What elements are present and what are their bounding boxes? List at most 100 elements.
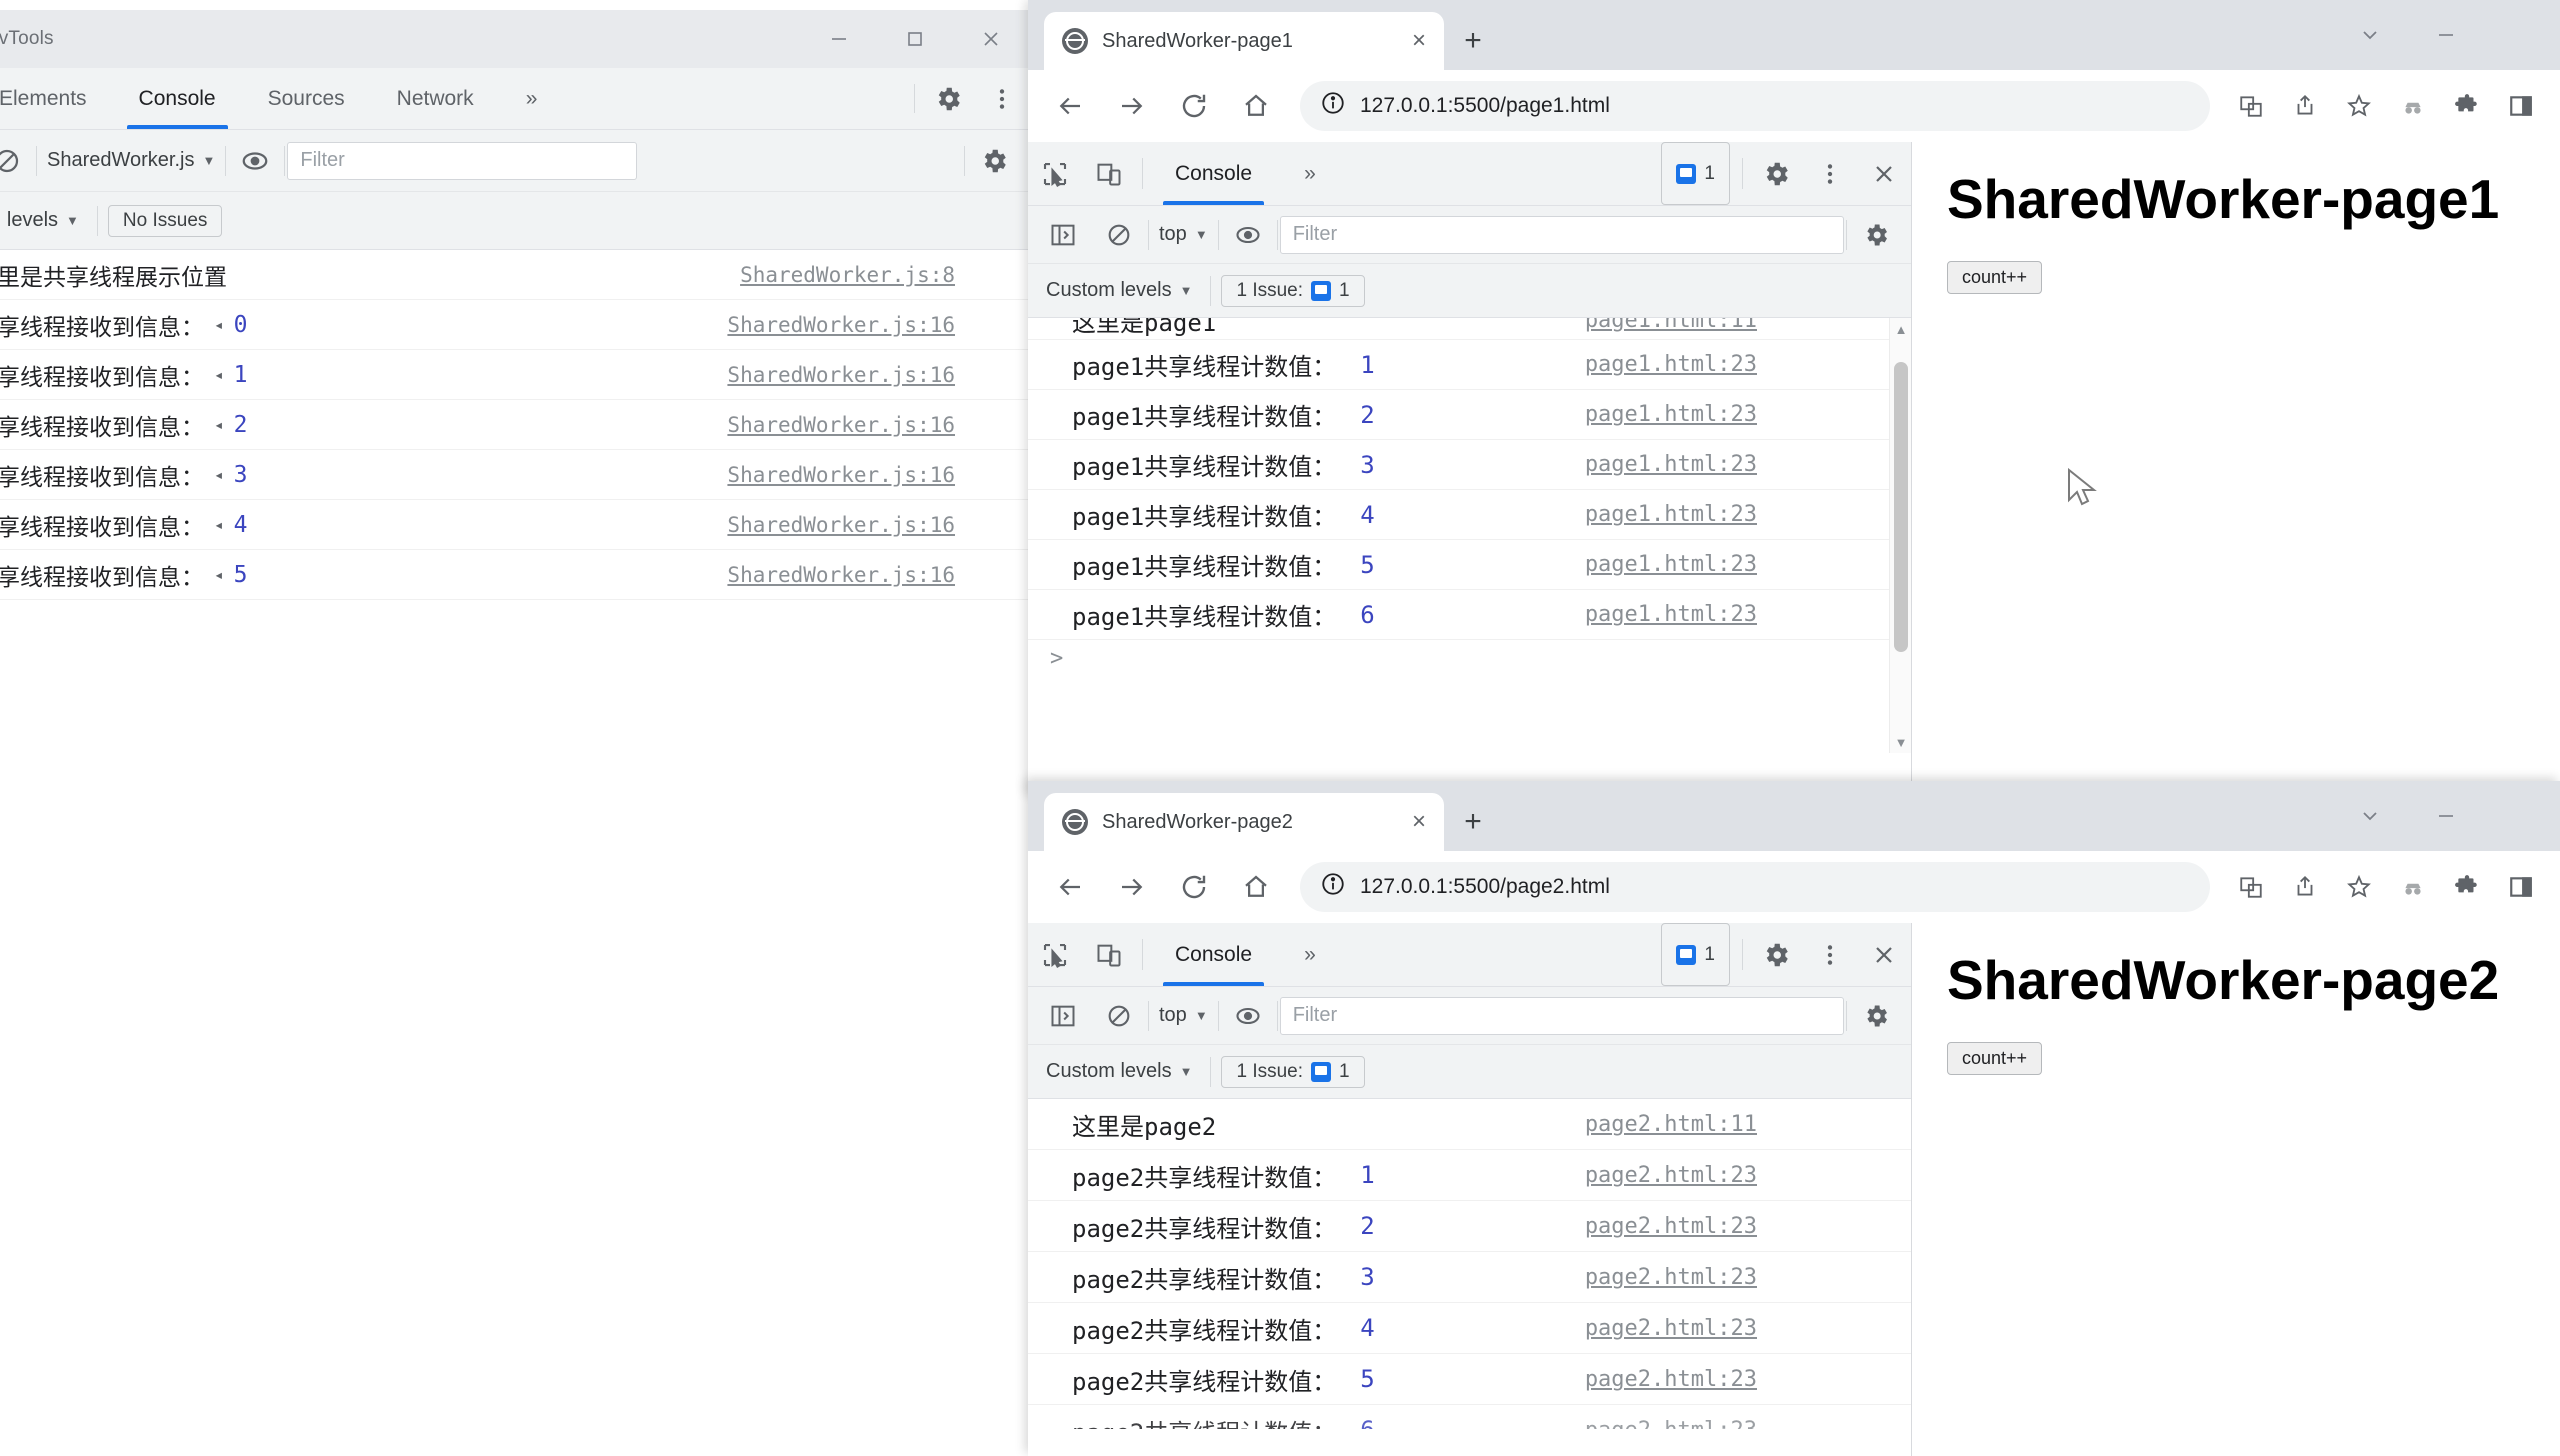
log-source-link[interactable]: page1.html:23 [1585,352,1897,377]
bookmark-star-icon[interactable] [2334,862,2384,912]
log-source-link[interactable]: page2.html:23 [1585,1367,1897,1392]
log-source-link[interactable]: SharedWorker.js:8 [740,263,1015,287]
expand-arrow-icon[interactable]: ◂ [214,415,224,434]
extensions-icon[interactable] [2442,81,2492,131]
console-settings-gear-icon[interactable] [1849,221,1903,249]
console-log-row[interactable]: page1共享线程计数值： 3 page1.html:23 [1028,440,1911,490]
console-log-row[interactable]: page1共享线程计数值： 4 page1.html:23 [1028,490,1911,540]
console-log-row[interactable]: 共享线程接收到信息： ◂ 3 SharedWorker.js:16 [0,450,1029,500]
gear-icon[interactable] [1749,923,1803,986]
log-levels-selector[interactable]: tom levels ▼ [0,209,87,232]
device-toolbar-icon[interactable] [1082,142,1136,205]
device-toolbar-icon[interactable] [1082,923,1136,986]
incognito-icon[interactable] [2388,862,2438,912]
log-source-link[interactable]: SharedWorker.js:16 [727,363,1015,387]
log-source-link[interactable]: SharedWorker.js:16 [727,313,1015,337]
maximize-button[interactable] [2484,0,2560,70]
expand-arrow-icon[interactable]: ◂ [214,515,224,534]
incognito-icon[interactable] [2388,81,2438,131]
sidebar-icon[interactable] [2496,862,2546,912]
log-source-link[interactable]: SharedWorker.js:16 [727,463,1015,487]
live-expression-icon[interactable] [228,146,282,176]
inspect-element-icon[interactable] [1028,142,1082,205]
scrollbar-thumb[interactable] [1894,362,1908,652]
devtools-tab-elements[interactable]: Elements [0,68,113,129]
reload-icon[interactable] [1166,859,1222,915]
log-source-link[interactable]: page1.html:11 [1585,318,1897,333]
scroll-up-arrow-icon[interactable]: ▲ [1890,318,1911,340]
expand-arrow-icon[interactable]: ◂ [214,315,224,334]
maximize-button[interactable] [877,10,953,68]
console-log-row[interactable]: 共享线程接收到信息： ◂ 5 SharedWorker.js:16 [0,550,1029,600]
browser-tab-page1[interactable]: SharedWorker-page1 × [1044,12,1444,70]
log-source-link[interactable]: page2.html:23 [1585,1163,1897,1188]
devtools-tab-console[interactable]: Console [1149,923,1278,986]
console-log-row[interactable]: page1共享线程计数值： 6 page1.html:23 [1028,590,1911,640]
issues-badge[interactable]: 1 [1661,142,1730,205]
address-bar[interactable]: 127.0.0.1:5500/page1.html [1300,81,2210,131]
console-log-row[interactable]: page2共享线程计数值： 5 page2.html:23 [1028,1354,1911,1405]
devtools-tab-more[interactable]: » [1278,923,1342,986]
log-source-link[interactable]: page1.html:23 [1585,502,1897,527]
back-button[interactable] [1042,78,1098,134]
issues-badge[interactable]: 1 [1661,923,1730,986]
console-log-row[interactable]: 共享线程接收到信息： ◂ 2 SharedWorker.js:16 [0,400,1029,450]
context-selector[interactable]: SharedWorker.js ▼ [39,149,223,172]
log-source-link[interactable]: page2.html:23 [1585,1265,1897,1290]
gear-icon[interactable] [1749,142,1803,205]
minimize-button[interactable] [801,10,877,68]
log-source-link[interactable]: page2.html:23 [1585,1418,1897,1430]
console-log-row[interactable]: page1共享线程计数值： 1 page1.html:23 [1028,340,1911,390]
chevron-down-icon[interactable] [2332,0,2408,70]
log-source-link[interactable]: page2.html:23 [1585,1214,1897,1239]
console-settings-gear-icon[interactable] [967,146,1021,176]
close-icon[interactable] [1857,923,1911,986]
expand-arrow-icon[interactable]: ◂ [214,365,224,384]
console-prompt[interactable]: > [1028,640,1911,677]
console-settings-gear-icon[interactable] [1849,1002,1903,1030]
console-scrollbar[interactable]: ▲ ▼ [1889,318,1911,753]
sidebar-toggle-icon[interactable] [1036,221,1090,249]
site-info-icon[interactable] [1320,871,1346,903]
close-tab-icon[interactable]: × [1412,29,1426,53]
log-levels-selector[interactable]: Custom levels ▼ [1038,1060,1200,1083]
console-log-row[interactable]: page1共享线程计数值： 5 page1.html:23 [1028,540,1911,590]
console-log-row[interactable]: 共享线程接收到信息： ◂ 4 SharedWorker.js:16 [0,500,1029,550]
context-selector[interactable]: top ▼ [1151,1004,1216,1027]
chevron-down-icon[interactable] [2332,781,2408,851]
kebab-menu-icon[interactable] [1803,923,1857,986]
inspect-element-icon[interactable] [1028,923,1082,986]
sidebar-toggle-icon[interactable] [1036,1002,1090,1030]
log-source-link[interactable]: page1.html:23 [1585,602,1897,627]
console-log-row[interactable]: 这里是page1 page1.html:11 [1028,318,1911,340]
console-log-row[interactable]: 这里是共享线程展示位置 SharedWorker.js:8 [0,250,1029,300]
site-info-icon[interactable] [1320,90,1346,122]
home-icon[interactable] [1228,78,1284,134]
close-icon[interactable] [1857,142,1911,205]
new-tab-button[interactable]: + [1444,12,1502,70]
live-expression-icon[interactable] [1221,221,1275,249]
filter-input[interactable]: Filter [287,141,637,180]
log-levels-selector[interactable]: Custom levels ▼ [1038,279,1200,302]
context-selector[interactable]: top ▼ [1151,223,1216,246]
devtools-tab-console[interactable]: Console [1149,142,1278,205]
scroll-down-arrow-icon[interactable]: ▼ [1890,731,1911,753]
console-log-row[interactable]: page2共享线程计数值： 3 page2.html:23 [1028,1252,1911,1303]
sidebar-icon[interactable] [2496,81,2546,131]
log-source-link[interactable]: page2.html:11 [1585,1112,1897,1137]
close-tab-icon[interactable]: × [1412,810,1426,834]
clear-console-icon[interactable] [0,146,34,176]
console-log-row[interactable]: page2共享线程计数值： 6 page2.html:23 [1028,1405,1911,1429]
console-log-row[interactable]: page2共享线程计数值： 2 page2.html:23 [1028,1201,1911,1252]
translate-icon[interactable] [2226,81,2276,131]
kebab-menu-icon[interactable] [1803,142,1857,205]
minimize-button[interactable] [2408,0,2484,70]
filter-input[interactable]: Filter [1279,996,1844,1035]
new-tab-button[interactable]: + [1444,793,1502,851]
devtools-tab-more[interactable]: » [500,68,564,129]
devtools-tab-more[interactable]: » [1278,142,1342,205]
bookmark-star-icon[interactable] [2334,81,2384,131]
clear-console-icon[interactable] [1092,1002,1146,1030]
browser-tab-page2[interactable]: SharedWorker-page2 × [1044,793,1444,851]
clear-console-icon[interactable] [1092,221,1146,249]
